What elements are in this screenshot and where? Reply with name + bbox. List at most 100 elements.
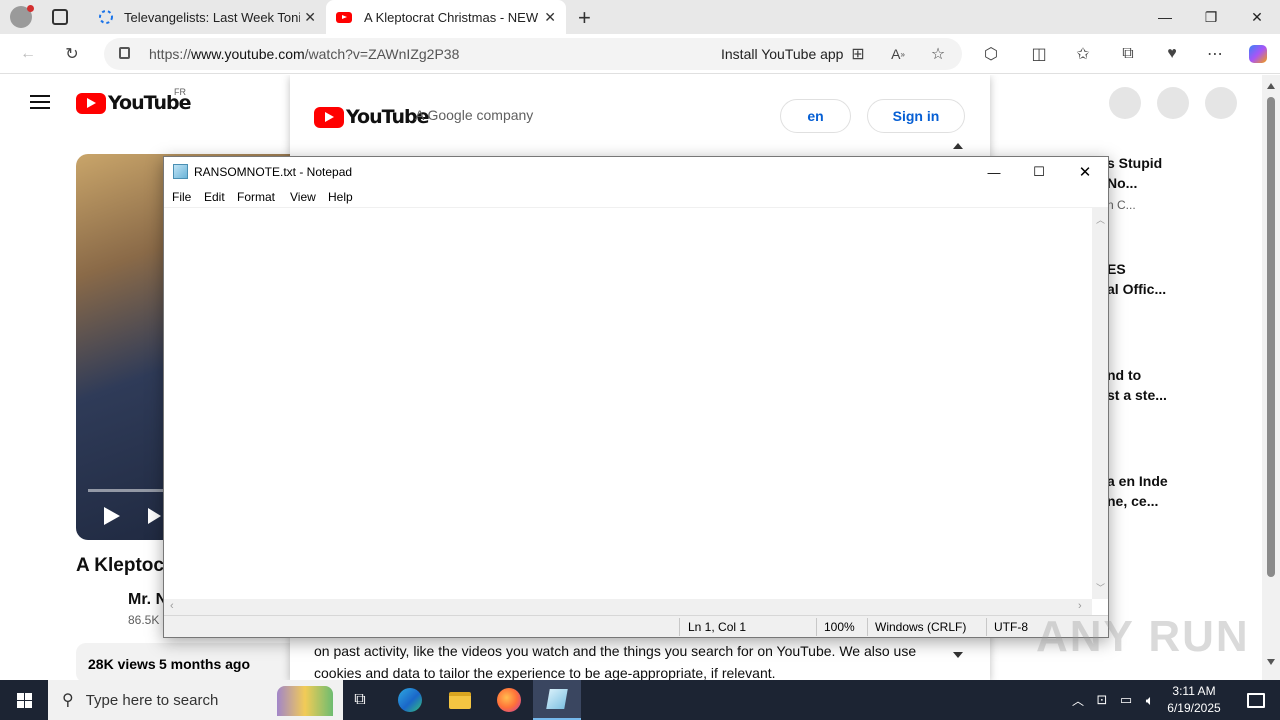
sidebar-title-line: al Offic... <box>1107 281 1167 297</box>
menu-help[interactable]: Help <box>328 190 353 204</box>
sidebar-video-2[interactable]: ES al Offic... <box>1107 259 1166 299</box>
language-button[interactable]: en <box>780 99 851 133</box>
page-scrollbar[interactable] <box>1262 75 1280 680</box>
scroll-up-icon[interactable] <box>1267 83 1275 89</box>
edge-taskbar-icon[interactable] <box>386 680 434 720</box>
anyrun-watermark: ANY RUN <box>1036 612 1250 661</box>
task-view-icon[interactable]: ⧉ <box>336 680 384 720</box>
close-tab-icon[interactable]: ✕ <box>544 9 556 26</box>
video-title: A Kleptoc <box>76 555 164 576</box>
close-window-icon[interactable]: ✕ <box>1234 0 1280 34</box>
notepad-close-icon[interactable]: ✕ <box>1062 157 1108 187</box>
browser-tab-strip: Televangelists: Last Week Tonight ✕ A Kl… <box>0 0 1280 34</box>
clock-time: 3:11 AM <box>1172 684 1216 698</box>
sidebar-video-4[interactable]: a en Inde ne, ce... <box>1107 471 1168 511</box>
minimize-icon[interactable]: — <box>1142 0 1188 34</box>
tab-televangelists[interactable]: Televangelists: Last Week Tonight ✕ <box>88 0 326 34</box>
collections-icon[interactable]: ⧉ <box>1116 42 1140 66</box>
sidebar-title-line: st a ste... <box>1107 387 1167 403</box>
notepad-horizontal-scrollbar[interactable]: ‹ › <box>164 599 1092 615</box>
consent-body-line: on past activity, like the videos you wa… <box>314 643 917 659</box>
notepad-minimize-icon[interactable]: — <box>971 157 1017 187</box>
expand-chevron-icon[interactable] <box>953 652 963 658</box>
restore-icon[interactable]: ❐ <box>1188 0 1234 34</box>
notepad-window: RANSOMNOTE.txt - Notepad — ☐ ✕ File Edit… <box>163 156 1109 638</box>
install-app-icon[interactable]: ⊞ <box>846 42 870 66</box>
status-separator <box>867 618 868 636</box>
refresh-icon[interactable]: ↻ <box>60 42 84 66</box>
notepad-titlebar[interactable]: RANSOMNOTE.txt - Notepad — ☐ ✕ <box>164 157 1108 187</box>
line-ending: Windows (CRLF) <box>875 620 967 634</box>
favorite-star-icon[interactable]: ☆ <box>926 42 950 66</box>
sidebar-title-line: ne, ce... <box>1107 493 1159 509</box>
notepad-title: RANSOMNOTE.txt - Notepad <box>194 165 353 179</box>
copilot-icon[interactable] <box>1246 42 1270 66</box>
consent-youtube-logo: YouTube <box>314 106 429 128</box>
tab-title: A Kleptocrat Christmas - NEW CH <box>364 9 540 25</box>
scroll-left-icon[interactable]: ‹ <box>170 600 174 612</box>
region-code: FR <box>174 87 186 97</box>
sidebar-video-1[interactable]: s Stupid No... n C... <box>1107 153 1162 215</box>
network-icon[interactable]: ▭ <box>1114 680 1138 720</box>
extensions-icon[interactable]: ⬡ <box>979 42 1003 66</box>
notepad-vertical-scrollbar[interactable]: ︿ ﹀ <box>1092 207 1108 599</box>
encoding: UTF-8 <box>994 620 1028 634</box>
zoom-level: 100% <box>824 620 855 634</box>
scroll-up-icon[interactable]: ︿ <box>1096 213 1105 226</box>
start-windows-icon[interactable] <box>0 680 48 720</box>
favorites-icon[interactable]: ✩ <box>1071 42 1095 66</box>
hamburger-menu-icon[interactable] <box>30 95 50 109</box>
menu-file[interactable]: File <box>172 190 191 204</box>
scroll-down-icon[interactable]: ﹀ <box>1096 581 1105 594</box>
notepad-text-area[interactable] <box>164 207 1092 599</box>
system-clock[interactable]: 3:11 AM 6/19/2025 <box>1158 683 1230 717</box>
youtube-favicon-icon <box>336 11 352 23</box>
notepad-maximize-icon[interactable]: ☐ <box>1016 157 1062 187</box>
sidebar-title-line: ES <box>1107 261 1126 277</box>
split-screen-icon[interactable]: ◫ <box>1027 42 1051 66</box>
tab-kleptocrat-christmas[interactable]: A Kleptocrat Christmas - NEW CH ✕ <box>326 0 566 34</box>
placeholder-icon-1[interactable] <box>1109 87 1141 119</box>
address-bar[interactable]: https://www.youtube.com/watch?v=ZAWnIZg2… <box>104 38 962 70</box>
scroll-right-icon[interactable]: › <box>1078 600 1082 612</box>
notifications-icon[interactable] <box>1232 680 1280 720</box>
youtube-play-icon <box>314 106 344 128</box>
placeholder-icon-2[interactable] <box>1157 87 1189 119</box>
description-box[interactable]: 28K views 5 months ago <box>76 643 306 680</box>
notepad-taskbar-icon[interactable] <box>533 680 581 720</box>
menu-edit[interactable]: Edit <box>204 190 225 204</box>
show-hidden-icons-icon[interactable]: ︿ <box>1066 680 1090 720</box>
menu-view[interactable]: View <box>290 190 316 204</box>
consent-body-line: cookies and data to tailor the experienc… <box>314 665 776 680</box>
channel-name[interactable]: Mr. N <box>128 591 167 609</box>
scrollbar-thumb[interactable] <box>1267 97 1275 577</box>
play-icon[interactable] <box>104 507 120 525</box>
device-icon[interactable]: ⊡ <box>1090 680 1114 720</box>
sidebar-video-3[interactable]: nd to st a ste... <box>1107 365 1167 405</box>
menu-format[interactable]: Format <box>237 190 275 204</box>
install-app-label[interactable]: Install YouTube app <box>721 46 843 62</box>
read-aloud-icon[interactable]: A» <box>886 42 910 66</box>
file-explorer-icon[interactable] <box>436 680 484 720</box>
performance-icon[interactable]: ♥ <box>1160 42 1184 66</box>
next-icon[interactable] <box>148 508 161 524</box>
back-icon[interactable]: ← <box>16 42 40 66</box>
site-info-lock-icon[interactable] <box>119 47 130 59</box>
url-text[interactable]: https://www.youtube.com/watch?v=ZAWnIZg2… <box>149 46 459 62</box>
placeholder-icon-3[interactable] <box>1205 87 1237 119</box>
loading-icon <box>99 10 113 24</box>
search-icon: ⚲ <box>62 692 74 709</box>
scroll-down-icon[interactable] <box>1267 659 1275 665</box>
close-tab-icon[interactable]: ✕ <box>304 9 316 26</box>
new-tab-icon[interactable]: + <box>578 5 591 31</box>
sign-in-button[interactable]: Sign in <box>867 99 965 133</box>
search-highlight-icon <box>277 686 333 716</box>
collapse-chevron-icon[interactable] <box>953 143 963 149</box>
more-menu-icon[interactable]: ⋯ <box>1203 42 1227 66</box>
tab-actions-icon[interactable] <box>52 9 68 25</box>
profile-icon[interactable] <box>10 5 34 28</box>
firefox-icon[interactable] <box>485 680 533 720</box>
youtube-play-icon <box>76 92 106 114</box>
taskbar-search-box[interactable]: ⚲ Type here to search <box>48 680 343 720</box>
sidebar-title-line: nd to <box>1107 367 1142 383</box>
